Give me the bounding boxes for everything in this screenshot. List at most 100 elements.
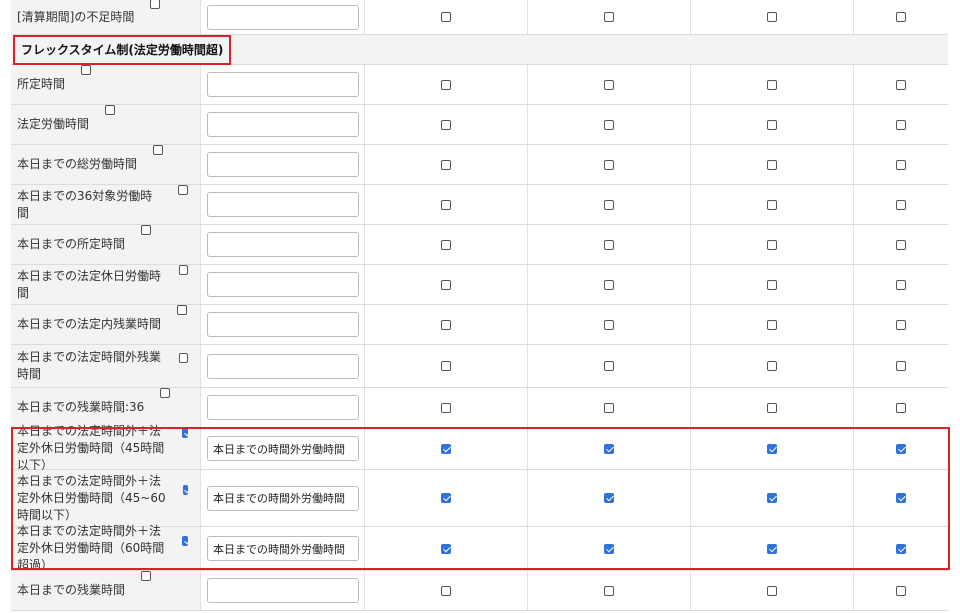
column-checkbox[interactable]: [441, 443, 451, 454]
table-row: 本日までの総労働時間: [11, 144, 948, 185]
column-checkbox[interactable]: [441, 199, 451, 210]
column-checkbox[interactable]: [604, 443, 614, 454]
column-checkbox[interactable]: [896, 493, 906, 503]
column-checkbox[interactable]: [441, 493, 451, 503]
table-row: 本日までの残業時間: [11, 570, 948, 611]
column-checkbox[interactable]: [767, 493, 777, 503]
column-checkbox[interactable]: [896, 402, 906, 413]
row-name-input[interactable]: [207, 112, 359, 137]
row-select-checkbox[interactable]: [177, 304, 188, 315]
column-checkbox[interactable]: [767, 543, 777, 554]
column-checkbox[interactable]: [441, 159, 451, 170]
row-input-cell: [201, 65, 365, 104]
column-checkbox[interactable]: [604, 493, 614, 503]
column-checkbox[interactable]: [767, 12, 777, 22]
column-checkbox[interactable]: [441, 279, 451, 290]
row-select-checkbox[interactable]: [182, 427, 188, 438]
row-select-checkbox[interactable]: [150, 0, 161, 9]
column-checkbox[interactable]: [441, 239, 451, 250]
column-checkbox[interactable]: [604, 239, 614, 250]
row-select-checkbox[interactable]: [141, 570, 152, 581]
row-select-checkbox[interactable]: [182, 535, 188, 546]
column-check-cell: [528, 145, 691, 184]
row-label: 本日までの法定時間外＋法定外休日労働時間（45~60時間以下）: [17, 473, 166, 522]
column-checkbox[interactable]: [767, 279, 777, 290]
row-name-input[interactable]: [207, 536, 359, 561]
column-checkbox[interactable]: [604, 402, 614, 413]
column-checkbox[interactable]: [604, 79, 614, 90]
column-checkbox[interactable]: [767, 319, 777, 330]
row-select-checkbox[interactable]: [153, 144, 164, 155]
column-checkbox[interactable]: [896, 239, 906, 250]
column-checkbox[interactable]: [896, 199, 906, 210]
column-checkbox[interactable]: [896, 119, 906, 130]
column-checkbox[interactable]: [767, 159, 777, 170]
row-name-input[interactable]: [207, 192, 359, 217]
row-name-input[interactable]: [207, 395, 359, 420]
row-label-cell: 所定時間: [11, 64, 201, 104]
column-checkbox[interactable]: [604, 12, 614, 22]
row-select-checkbox[interactable]: [182, 485, 188, 495]
column-checkbox[interactable]: [896, 79, 906, 90]
column-checkbox[interactable]: [896, 319, 906, 330]
row-select-checkbox[interactable]: [160, 387, 171, 398]
column-checkbox[interactable]: [896, 543, 906, 554]
column-checkbox[interactable]: [767, 79, 777, 90]
row-name-input[interactable]: [207, 578, 359, 603]
column-checkbox[interactable]: [767, 585, 777, 596]
column-checkbox[interactable]: [441, 361, 451, 371]
column-checkbox[interactable]: [896, 443, 906, 454]
table-row: 本日までの法定時間外＋法定外休日労働時間（60時間超過）: [11, 524, 948, 572]
column-checkbox[interactable]: [604, 319, 614, 330]
column-checkbox[interactable]: [604, 279, 614, 290]
column-checkbox[interactable]: [441, 119, 451, 130]
column-checkbox[interactable]: [767, 443, 777, 454]
column-checkbox[interactable]: [604, 543, 614, 554]
column-check-cell: [854, 470, 948, 526]
row-select-checkbox[interactable]: [141, 224, 152, 235]
column-checkbox[interactable]: [896, 279, 906, 290]
column-checkbox[interactable]: [896, 361, 906, 371]
column-checkbox[interactable]: [767, 402, 777, 413]
column-checkbox[interactable]: [441, 402, 451, 413]
column-checkbox[interactable]: [604, 199, 614, 210]
column-checkbox[interactable]: [767, 361, 777, 371]
row-label-cell: [清算期間]の不足時間: [11, 0, 201, 34]
row-name-input[interactable]: [207, 312, 359, 337]
column-checkbox[interactable]: [441, 585, 451, 596]
column-checkbox[interactable]: [767, 199, 777, 210]
row-input-cell: [201, 571, 365, 610]
row-name-input[interactable]: [207, 152, 359, 177]
column-checkbox[interactable]: [441, 79, 451, 90]
column-checkbox[interactable]: [896, 585, 906, 596]
column-checkbox[interactable]: [604, 119, 614, 130]
row-select-checkbox[interactable]: [81, 64, 92, 75]
column-checkbox[interactable]: [767, 239, 777, 250]
row-select-checkbox[interactable]: [178, 264, 188, 275]
row-name-input[interactable]: [207, 272, 359, 297]
row-select-checkbox[interactable]: [105, 104, 116, 115]
column-check-cell: [854, 428, 948, 469]
column-check-cell: [854, 388, 948, 427]
column-checkbox[interactable]: [604, 361, 614, 371]
column-checkbox[interactable]: [896, 159, 906, 170]
column-checkbox[interactable]: [767, 119, 777, 130]
row-name-input[interactable]: [207, 232, 359, 257]
row-name-input[interactable]: [207, 4, 359, 30]
column-checkbox[interactable]: [441, 12, 451, 22]
table-row: 本日までの法定時間外＋法定外休日労働時間（45時間以下）: [11, 424, 948, 472]
row-name-input[interactable]: [207, 436, 359, 461]
column-check-cell: [365, 305, 528, 344]
table-row: 本日までの法定時間外＋法定外休日労働時間（45~60時間以下）: [11, 470, 948, 527]
column-checkbox[interactable]: [441, 543, 451, 554]
row-name-input[interactable]: [207, 353, 359, 379]
column-checkbox[interactable]: [604, 159, 614, 170]
row-name-input[interactable]: [207, 485, 359, 511]
column-checkbox[interactable]: [441, 319, 451, 330]
row-select-checkbox[interactable]: [179, 353, 188, 363]
column-checkbox[interactable]: [604, 585, 614, 596]
row-select-checkbox[interactable]: [178, 184, 188, 195]
column-check-cell: [528, 0, 691, 34]
row-name-input[interactable]: [207, 72, 359, 97]
column-checkbox[interactable]: [896, 12, 906, 22]
